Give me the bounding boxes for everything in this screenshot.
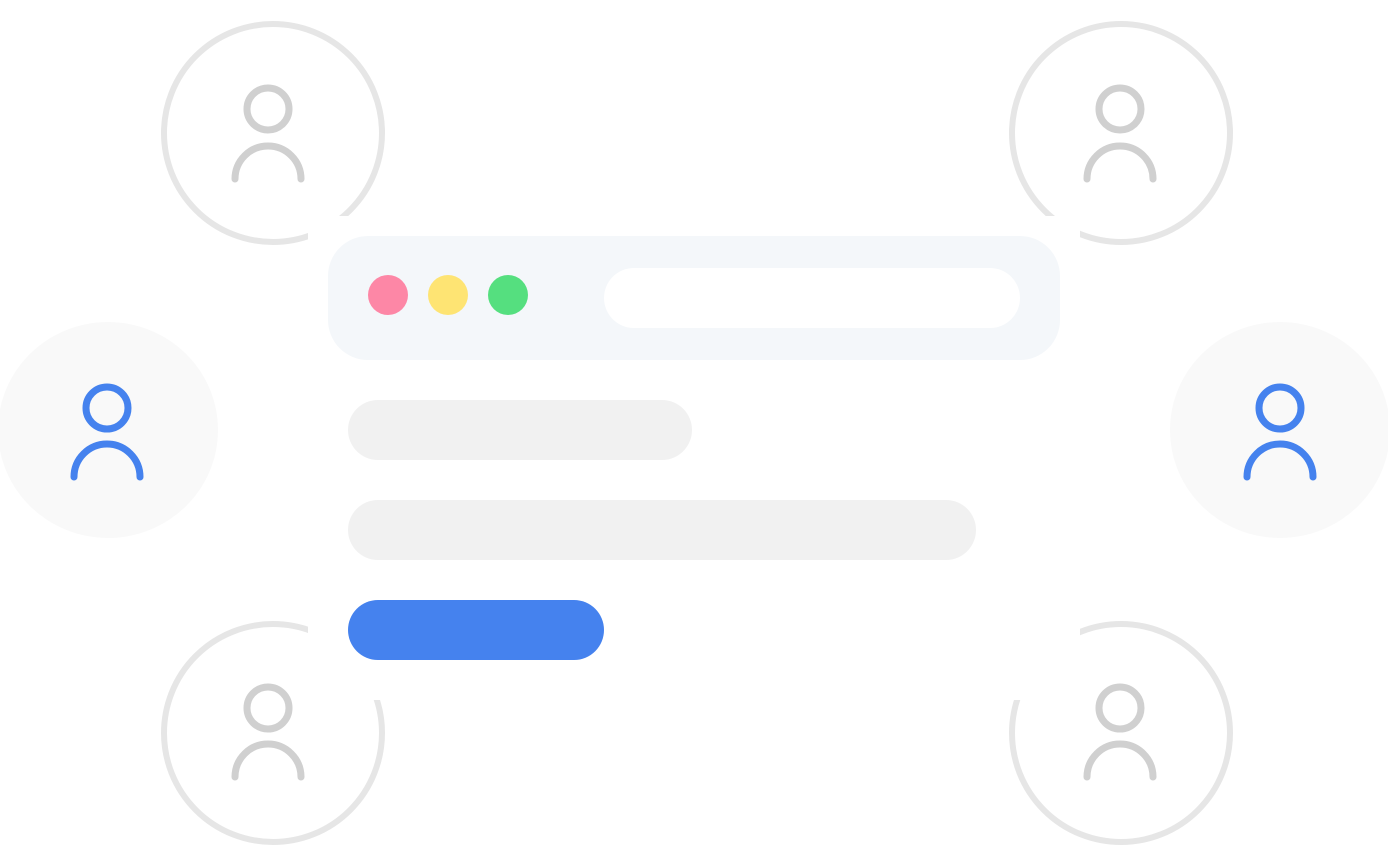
side-user-right (1235, 378, 1325, 488)
user-icon (70, 383, 144, 481)
collaboration-illustration (0, 0, 1388, 856)
side-user-left (62, 378, 152, 488)
window-close-dot[interactable] (368, 275, 408, 315)
placeholder-line-long (348, 500, 976, 560)
user-icon (1083, 84, 1157, 183)
avatar-top-right (1009, 21, 1233, 245)
placeholder-line-short (348, 400, 692, 460)
avatar-top-left (161, 21, 385, 245)
primary-button[interactable] (348, 600, 604, 660)
window-maximize-dot[interactable] (488, 275, 528, 315)
window-minimize-dot[interactable] (428, 275, 468, 315)
user-icon (231, 84, 305, 183)
address-bar[interactable] (604, 268, 1020, 328)
user-icon (1243, 383, 1317, 481)
